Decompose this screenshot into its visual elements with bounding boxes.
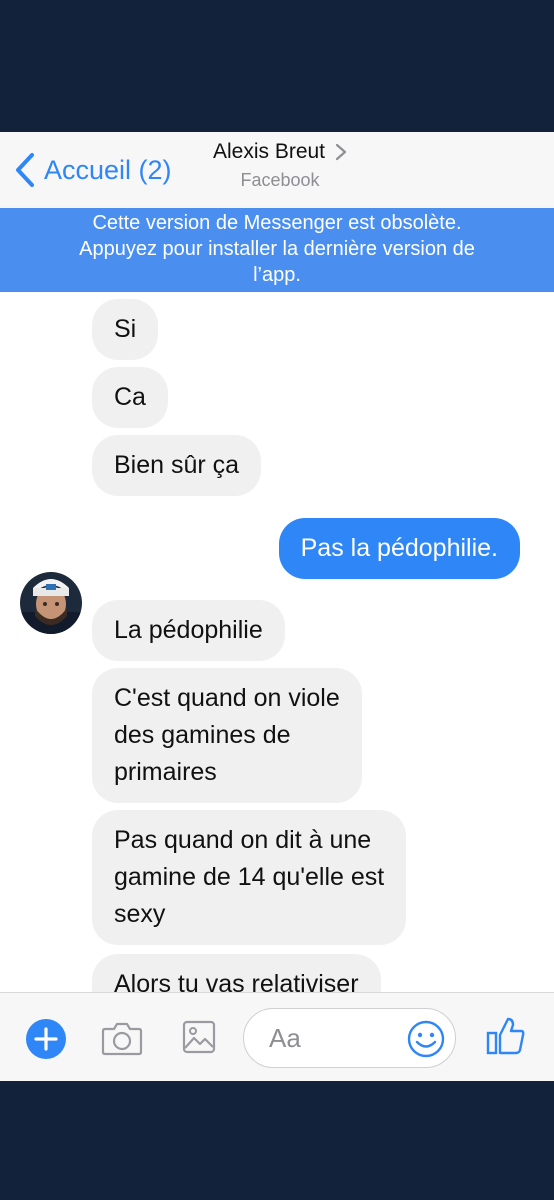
message-bubble-incoming[interactable]: La pédophilie [92, 600, 285, 661]
banner-line: l’app. [253, 264, 301, 286]
chevron-right-icon [335, 143, 347, 161]
message-text: Alors tu vas relativiser [114, 970, 359, 992]
message-text: Pas quand on dit à une [114, 826, 372, 854]
messenger-screen: Accueil (2) Alexis Breut Facebook Cette … [0, 132, 554, 1081]
message-text: sexy [114, 900, 166, 928]
message-bubble-incoming[interactable]: C'est quand on viole des gamines de prim… [92, 668, 362, 803]
message-text: Ca [114, 383, 146, 411]
avatar-photo [20, 572, 82, 634]
back-label: Accueil (2) [44, 154, 172, 185]
camera-icon[interactable] [101, 1020, 143, 1061]
message-text: Pas la pédophilie. [300, 534, 498, 562]
contact-name: Alexis Breut [212, 140, 326, 163]
banner-line: Cette version de Messenger est obsolète. [92, 212, 462, 234]
message-text: gamine de 14 qu'elle est [114, 863, 385, 891]
emoji-icon[interactable] [406, 1019, 446, 1059]
message-bubble-incoming[interactable]: Alors tu vas relativiser [92, 954, 381, 992]
message-bubble-incoming[interactable]: Bien sûr ça [92, 435, 262, 496]
conversation-title[interactable]: Alexis Breut Facebook [200, 140, 360, 191]
avatar[interactable] [20, 572, 82, 634]
message-text: des gamines de [114, 721, 291, 749]
image-icon[interactable] [182, 1020, 216, 1059]
composer-bar: Aa [0, 992, 554, 1081]
message-bubble-outgoing[interactable]: Pas la pédophilie. [278, 518, 520, 579]
banner-line: Appuyez pour installer la dernière versi… [79, 238, 475, 260]
thumbs-up-icon[interactable] [486, 1015, 526, 1062]
plus-icon[interactable] [26, 1019, 66, 1064]
chevron-left-icon [16, 153, 34, 187]
message-bubble-incoming[interactable]: Ca [92, 367, 168, 428]
message-bubble-incoming[interactable]: Pas quand on dit à une gamine de 14 qu'e… [92, 810, 407, 945]
conversation-header: Accueil (2) Alexis Breut Facebook [0, 132, 554, 208]
message-text: C'est quand on viole [114, 684, 340, 712]
message-text: primaires [114, 758, 217, 786]
message-list: Si Ca Bien sûr ça Pas la pédophilie. La … [0, 292, 554, 992]
update-banner[interactable]: Cette version de Messenger est obsolète.… [0, 208, 554, 292]
message-input-placeholder: Aa [269, 1023, 301, 1053]
message-text: Si [114, 315, 137, 343]
back-button[interactable]: Accueil (2) [12, 150, 172, 190]
message-bubble-incoming[interactable]: Si [92, 299, 159, 360]
message-text: La pédophilie [114, 616, 263, 644]
contact-source: Facebook [240, 170, 320, 190]
message-input[interactable]: Aa [243, 1008, 456, 1068]
message-text: Bien sûr ça [114, 451, 240, 479]
